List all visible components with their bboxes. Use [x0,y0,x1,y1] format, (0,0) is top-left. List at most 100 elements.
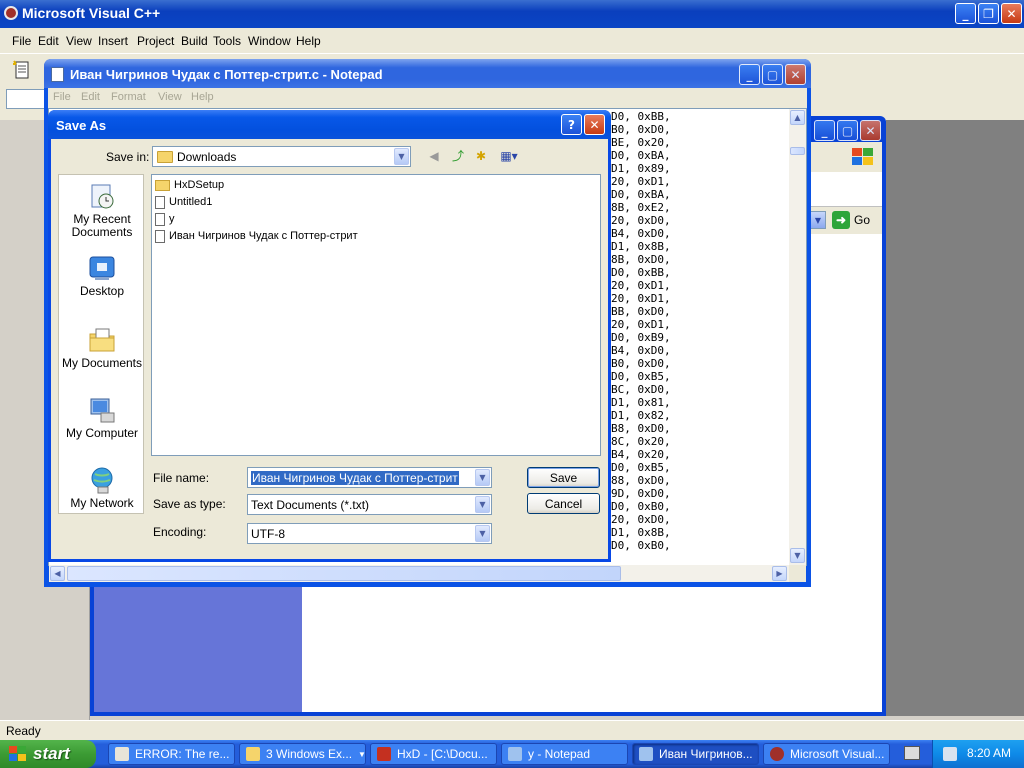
tray-app-icon[interactable] [943,747,957,761]
notepad-vertical-scrollbar[interactable]: ▲ ▼ [789,109,806,565]
task-notepad-y[interactable]: у - Notepad [501,743,628,765]
vc-menubar: File Edit View Insert Project Build Tool… [0,28,1024,54]
scroll-left-button[interactable]: ◀ [50,566,65,581]
vc-toolbar-combo[interactable] [6,89,46,109]
task-label: Microsoft Visual... [790,747,885,761]
new-file-icon[interactable] [8,58,36,82]
go-button[interactable]: ➜ Go [832,211,880,229]
task-windows-explorer[interactable]: 3 Windows Ex... ▼ [239,743,366,765]
new-folder-icon[interactable]: ✱ [472,147,490,165]
save-as-title-bar[interactable]: Save As ? ✕ [48,110,611,139]
menu-build[interactable]: Build [181,34,208,48]
place-my-documents[interactable]: My Documents [59,325,145,370]
vertical-scroll-thumb[interactable] [790,147,805,155]
minimize-button[interactable]: _ [955,3,976,24]
restore-button[interactable]: ❐ [978,3,999,24]
bg-close-button[interactable]: ✕ [860,120,881,141]
list-item[interactable]: HxDSetup [155,177,224,193]
scroll-right-button[interactable]: ▶ [772,566,787,581]
code-line: B4, 0xD0, [611,344,671,357]
scroll-down-button[interactable]: ▼ [790,548,805,563]
list-item[interactable]: Untitled1 [155,194,212,210]
place-label: My Recent Documents [71,212,133,239]
view-menu-icon[interactable]: ▦▾ [497,147,521,165]
recent-documents-icon [91,184,114,209]
code-line: D1, 0x81, [611,396,671,409]
resize-grip[interactable] [789,565,806,582]
chevron-down-icon[interactable]: ▼ [475,496,490,513]
menu-tools[interactable]: Tools [213,34,241,48]
menu-help[interactable]: Help [296,34,321,48]
dialog-close-button[interactable]: ✕ [584,114,605,135]
chevron-down-icon[interactable]: ▼ [475,525,490,542]
menu-edit[interactable]: Edit [38,34,59,48]
code-line: 8C, 0x20, [611,435,671,448]
menu-insert[interactable]: Insert [98,34,128,48]
task-hxd[interactable]: HxD - [C:\Docu... [370,743,497,765]
back-icon[interactable]: ◀ [425,147,443,165]
notepad-maximize-button[interactable]: ▢ [762,64,783,85]
menu-project[interactable]: Project [137,34,174,48]
start-label: start [33,744,70,763]
notepad-menu-help[interactable]: Help [191,91,214,103]
notepad-menu-view[interactable]: View [158,91,182,103]
my-network-icon [91,467,113,494]
up-folder-icon[interactable]: ⤴ [449,147,467,165]
close-button[interactable]: ✕ [1001,3,1022,24]
start-button[interactable]: start [0,740,96,768]
code-line: 20, 0xD1, [611,318,671,331]
code-line: 8B, 0xE2, [611,201,671,214]
notepad-minimize-button[interactable]: _ [739,64,760,85]
task-error[interactable]: ERROR: The re... [108,743,235,765]
help-button[interactable]: ? [561,114,582,135]
task-label: у - Notepad [528,747,591,761]
menu-window[interactable]: Window [248,34,291,48]
horizontal-scroll-thumb[interactable] [67,566,621,581]
task-visual-cpp[interactable]: Microsoft Visual... [763,743,890,765]
places-bar: My Recent Documents Desktop My Documents… [58,174,144,514]
file-name: Untitled1 [169,196,213,208]
vc-title-bar[interactable]: Microsoft Visual C++ _ ❐ ✕ [0,0,1024,28]
cancel-button[interactable]: Cancel [527,493,600,514]
chevron-down-icon[interactable]: ▼ [394,148,409,165]
code-line: 8B, 0xD0, [611,253,671,266]
clock[interactable]: 8:20 AM [967,746,1011,760]
place-my-network[interactable]: My Network [59,465,145,510]
list-item[interactable]: Иван Чигринов Чудак с Поттер-стрит [155,228,358,244]
list-item[interactable]: у [155,211,175,227]
code-line: 20, 0xD0, [611,214,671,227]
notepad-close-button[interactable]: ✕ [785,64,806,85]
code-line: 9D, 0xD0, [611,487,671,500]
encoding-select[interactable]: UTF-8 ▼ [247,523,492,544]
address-dropdown-button[interactable]: ▼ [810,211,826,229]
file-list[interactable]: HxDSetup Untitled1 у Иван Чигринов Чудак… [151,174,601,456]
scroll-up-button[interactable]: ▲ [790,110,805,125]
notepad-menu-file[interactable]: File [53,91,71,103]
keyboard-icon[interactable] [904,746,920,760]
place-my-recent-documents[interactable]: My Recent Documents [59,181,145,239]
menu-view[interactable]: View [66,34,92,48]
save-in-select[interactable]: Downloads ▼ [152,146,411,167]
file-name-label: File name: [153,471,210,485]
notepad-icon [639,747,653,761]
task-notepad-active[interactable]: Иван Чигринов... [632,743,759,765]
bg-maximize-button[interactable]: ▢ [837,120,858,141]
place-desktop[interactable]: Desktop [59,253,145,298]
notepad-horizontal-scrollbar[interactable]: ◀ ▶ [49,565,789,582]
notepad-title-bar[interactable]: Иван Чигринов Чудак с Поттер-стрит.c - N… [44,59,811,88]
menu-file[interactable]: File [12,34,31,48]
my-computer-icon [90,398,115,423]
notepad-menubar: File Edit Format View Help [48,88,807,108]
bg-minimize-button[interactable]: _ [814,120,835,141]
notepad-menu-edit[interactable]: Edit [81,91,100,103]
chevron-down-icon[interactable]: ▼ [475,469,490,486]
save-button[interactable]: Save [527,467,600,488]
save-as-type-select[interactable]: Text Documents (*.txt) ▼ [247,494,492,515]
place-label: My Network [70,496,134,510]
code-line: B4, 0xD0, [611,227,671,240]
place-my-computer[interactable]: My Computer [59,395,145,440]
notepad-menu-format[interactable]: Format [111,91,146,103]
save-as-type-label: Save as type: [153,497,226,511]
code-line: BE, 0x20, [611,136,671,149]
file-name-input[interactable]: Иван Чигринов Чудак с Поттер-стрит ▼ [247,467,492,488]
